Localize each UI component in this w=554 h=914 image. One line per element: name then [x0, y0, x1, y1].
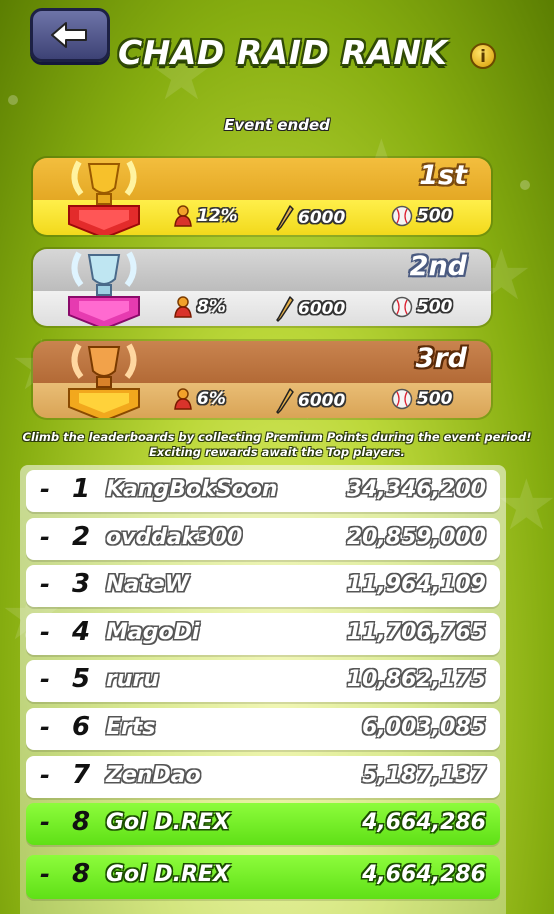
- bat-icon: [276, 296, 294, 322]
- player-name: Erts: [106, 715, 156, 740]
- leaderboard-row[interactable]: - 6 Erts 6,003,085: [26, 708, 500, 750]
- rank-number: 5: [71, 664, 91, 694]
- rank-change: -: [40, 523, 50, 551]
- rank-number: 6: [71, 712, 91, 742]
- rank-change: -: [40, 618, 50, 646]
- player-name: MagoDi: [106, 620, 200, 645]
- bronze-trophy-icon: [68, 343, 140, 418]
- player-score: 4,664,286: [362, 810, 486, 835]
- reward-place: 2nd: [409, 251, 467, 282]
- reward-percent: 12%: [173, 205, 238, 227]
- reward-balls: 500: [391, 388, 453, 410]
- character-icon: [174, 205, 192, 227]
- leaderboard-row-self[interactable]: - 8 Gol D.REX 4,664,286: [26, 803, 500, 845]
- bat-icon: [276, 205, 294, 231]
- baseball-icon: [391, 205, 413, 227]
- reward-balls: 500: [391, 296, 453, 318]
- back-button[interactable]: [30, 8, 110, 62]
- player-score: 6,003,085: [362, 715, 486, 740]
- character-icon: [174, 296, 192, 318]
- reward-place: 3rd: [415, 343, 467, 374]
- reward-card-2nd: 2nd 8% 6000 500: [33, 249, 491, 326]
- bat-icon: [276, 388, 294, 414]
- player-score: 11,964,109: [346, 572, 486, 597]
- player-name: ovddak300: [106, 525, 243, 550]
- rank-change: -: [40, 570, 50, 598]
- player-score: 4,664,286: [362, 862, 486, 887]
- player-name: NateW: [106, 572, 189, 597]
- rank-change: -: [40, 761, 50, 789]
- event-description: Climb the leaderboards by collecting Pre…: [22, 430, 532, 459]
- player-score: 10,862,175: [346, 667, 486, 692]
- info-icon[interactable]: i: [470, 43, 496, 69]
- player-score: 11,706,765: [346, 620, 486, 645]
- rank-change: -: [40, 665, 50, 693]
- player-name: KangBokSoon: [106, 477, 278, 502]
- player-name: ruru: [106, 667, 160, 692]
- reward-bats: 6000: [276, 296, 345, 322]
- character-icon: [174, 388, 192, 410]
- rank-number: 7: [71, 760, 91, 790]
- player-name: Gol D.REX: [106, 862, 230, 887]
- rank-number: 1: [71, 474, 91, 504]
- leaderboard-row[interactable]: - 2 ovddak300 20,859,000: [26, 518, 500, 560]
- reward-place: 1st: [419, 160, 467, 191]
- leaderboard-row[interactable]: - 4 MagoDi 11,706,765: [26, 613, 500, 655]
- gold-trophy-icon: [68, 160, 140, 235]
- leaderboard-row[interactable]: - 7 ZenDao 5,187,137: [26, 756, 500, 798]
- page-title: CHAD RAID RANK: [118, 33, 448, 72]
- rank-number: 4: [71, 617, 91, 647]
- rank-change: -: [40, 713, 50, 741]
- reward-percent: 6%: [173, 388, 226, 410]
- player-name: Gol D.REX: [106, 810, 230, 835]
- rank-number: 8: [71, 859, 91, 889]
- leaderboard-row[interactable]: - 3 NateW 11,964,109: [26, 565, 500, 607]
- player-score: 5,187,137: [362, 763, 486, 788]
- reward-percent: 8%: [173, 296, 226, 318]
- reward-card-3rd: 3rd 6% 6000 500: [33, 341, 491, 418]
- my-rank-row[interactable]: - 8 Gol D.REX 4,664,286: [26, 855, 500, 899]
- rank-change: -: [40, 808, 50, 836]
- leaderboard-row[interactable]: - 1 KangBokSoon 34,346,200: [26, 470, 500, 512]
- rank-change: -: [40, 475, 50, 503]
- player-score: 20,859,000: [346, 525, 486, 550]
- player-score: 34,346,200: [346, 477, 486, 502]
- baseball-icon: [391, 388, 413, 410]
- player-name: ZenDao: [106, 763, 201, 788]
- leaderboard-row[interactable]: - 5 ruru 10,862,175: [26, 660, 500, 702]
- silver-trophy-icon: [68, 251, 140, 326]
- event-status: Event ended: [224, 116, 330, 134]
- reward-card-1st: 1st 12% 6000 500: [33, 158, 491, 235]
- reward-balls: 500: [391, 205, 453, 227]
- reward-bats: 6000: [276, 388, 345, 414]
- rank-change: -: [40, 860, 50, 888]
- reward-bats: 6000: [276, 205, 345, 231]
- rank-number: 3: [71, 569, 91, 599]
- rank-number: 2: [71, 522, 91, 552]
- arrow-left-icon: [51, 22, 87, 48]
- rank-number: 8: [71, 807, 91, 837]
- baseball-icon: [391, 296, 413, 318]
